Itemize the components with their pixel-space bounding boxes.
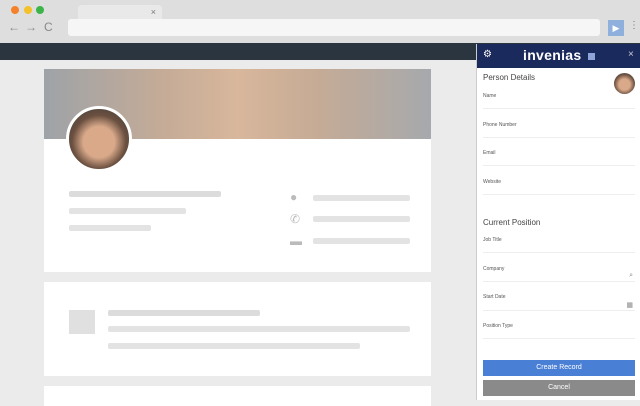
name-field[interactable] <box>483 99 635 109</box>
browser-menu-icon[interactable]: ⋮ <box>629 20 639 31</box>
skeleton-line <box>69 191 221 197</box>
calendar-icon[interactable]: ▦ <box>626 301 633 309</box>
skeleton-line <box>108 343 360 349</box>
company-field[interactable]: ⌕ <box>483 272 635 282</box>
current-position-heading: Current Position <box>483 218 541 227</box>
cancel-button[interactable]: Cancel <box>483 380 635 396</box>
back-icon[interactable]: ← <box>8 20 20 34</box>
start-date-label: Start Date <box>483 294 506 300</box>
close-window-button[interactable] <box>11 6 19 14</box>
email-field[interactable] <box>483 156 635 166</box>
address-bar[interactable] <box>68 19 600 36</box>
skeleton-line <box>108 310 260 316</box>
skeleton-line <box>313 238 410 244</box>
profile-avatar <box>66 106 132 172</box>
image-placeholder <box>69 310 95 334</box>
location-icon: ● <box>290 190 298 204</box>
phone-field[interactable] <box>483 128 635 138</box>
invenias-panel: ⚙ invenias × Person Details Name Phone N… <box>476 44 640 400</box>
panel-header: ⚙ invenias × <box>477 44 640 68</box>
skeleton-line <box>69 208 186 214</box>
forward-icon[interactable]: → <box>25 20 37 34</box>
invenias-logo: invenias <box>523 47 582 63</box>
reload-icon[interactable]: C <box>44 20 53 34</box>
start-date-field[interactable]: ▦ <box>483 301 635 311</box>
create-record-button[interactable]: Create Record <box>483 360 635 376</box>
search-icon[interactable]: ⌕ <box>629 272 633 280</box>
website-field[interactable] <box>483 185 635 195</box>
maximize-window-button[interactable] <box>36 6 44 14</box>
tab-close-icon[interactable]: × <box>151 7 156 17</box>
extension-icon[interactable]: ▶ <box>608 20 624 36</box>
minimize-window-button[interactable] <box>24 6 32 14</box>
gear-icon[interactable]: ⚙ <box>483 49 492 60</box>
browser-tab[interactable]: × <box>78 5 162 19</box>
logo-mark <box>588 53 595 60</box>
skeleton-line <box>313 195 410 201</box>
skeleton-line <box>313 216 410 222</box>
position-type-field[interactable] <box>483 329 635 339</box>
phone-icon: ✆ <box>290 212 301 226</box>
person-avatar <box>614 73 635 94</box>
browser-chrome: × ← → C ▶ ⋮ <box>0 0 640 43</box>
content-card <box>44 386 431 406</box>
job-title-field[interactable] <box>483 243 635 253</box>
close-icon[interactable]: × <box>628 49 634 60</box>
person-details-heading: Person Details <box>483 73 536 82</box>
skeleton-line <box>69 225 151 231</box>
skeleton-line <box>108 326 410 332</box>
mail-icon: ▬ <box>290 234 302 248</box>
